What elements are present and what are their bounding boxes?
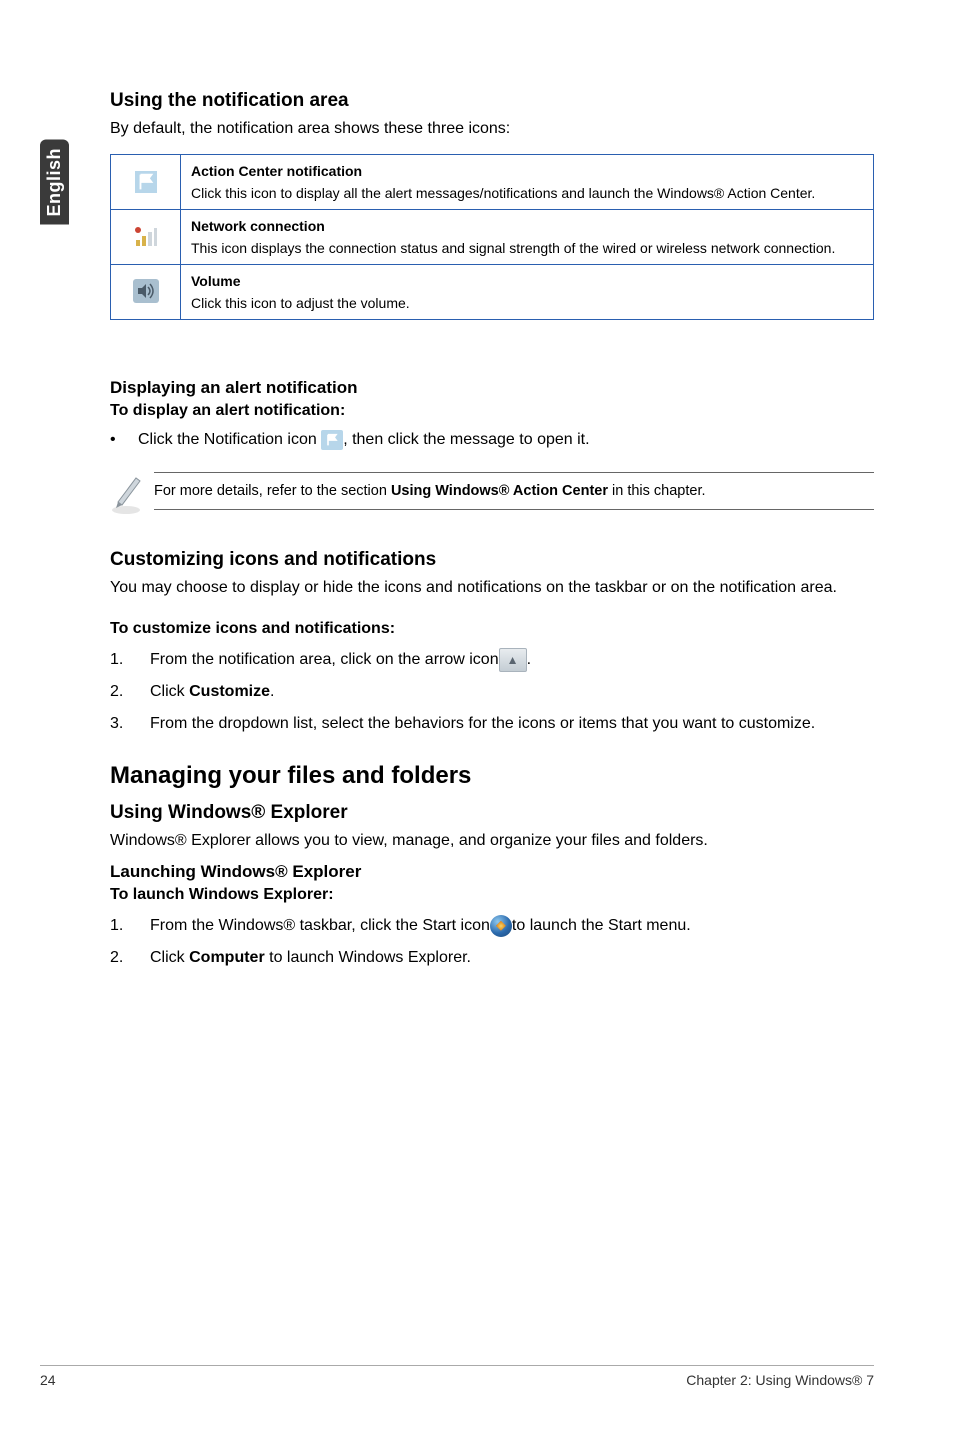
- volume-speaker-icon: [132, 277, 160, 305]
- note-text-pre: For more details, refer to the section: [154, 483, 391, 499]
- row-title: Volume: [191, 273, 863, 289]
- show-hidden-arrow-icon: ▲: [499, 648, 527, 672]
- bullet-item: • Click the Notification icon , then cli…: [110, 430, 874, 450]
- list-item: 2. Click Customize.: [110, 680, 874, 704]
- subsection-sub-launching: To launch Windows Explorer:: [110, 886, 874, 904]
- step-text-post: to launch Windows Explorer.: [265, 949, 471, 966]
- step-text-pre: Click: [150, 683, 189, 700]
- step-text-post: .: [527, 648, 531, 672]
- notification-icons-table: Action Center notification Click this ic…: [110, 154, 874, 320]
- pencil-note-icon: [110, 472, 154, 521]
- note-callout: For more details, refer to the section U…: [110, 472, 874, 521]
- subsection-heading-launching: Launching Windows® Explorer: [110, 862, 874, 882]
- section-intro-customize: You may choose to display or hide the ic…: [110, 577, 874, 599]
- page-number: 24: [40, 1372, 56, 1388]
- row-desc: This icon displays the connection status…: [191, 240, 863, 256]
- subsection-sub-alert: To display an alert notification:: [110, 402, 874, 420]
- action-center-flag-icon: [321, 430, 343, 450]
- step-text-pre: From the notification area, click on the…: [150, 648, 499, 672]
- list-item: 1. From the notification area, click on …: [110, 648, 874, 672]
- list-item: 1. From the Windows® taskbar, click the …: [110, 914, 874, 938]
- section-intro-explorer: Windows® Explorer allows you to view, ma…: [110, 830, 874, 852]
- step-text-bold: Computer: [189, 949, 265, 966]
- page-heading-managing: Managing your files and folders: [110, 762, 874, 790]
- row-title: Action Center notification: [191, 163, 863, 179]
- note-text-post: in this chapter.: [608, 483, 706, 499]
- step-text: From the dropdown list, select the behav…: [150, 712, 874, 736]
- bullet-text-post: , then click the message to open it.: [343, 431, 589, 448]
- row-desc: Click this icon to adjust the volume.: [191, 295, 863, 311]
- row-desc: Click this icon to display all the alert…: [191, 185, 863, 201]
- step-text-bold: Customize: [189, 683, 270, 700]
- step-text-post: to launch the Start menu.: [512, 914, 691, 938]
- start-orb-icon: [490, 915, 512, 937]
- note-text-bold: Using Windows® Action Center: [391, 483, 608, 499]
- section-heading-notification-area: Using the notification area: [110, 90, 874, 112]
- subsection-sub-customize: To customize icons and notifications:: [110, 620, 874, 638]
- page-footer: 24 Chapter 2: Using Windows® 7: [40, 1365, 874, 1388]
- step-text-pre: From the Windows® taskbar, click the Sta…: [150, 914, 490, 938]
- section-heading-customize: Customizing icons and notifications: [110, 549, 874, 571]
- step-text-pre: Click: [150, 949, 189, 966]
- section-intro-notification-area: By default, the notification area shows …: [110, 118, 874, 140]
- language-side-tab: English: [40, 140, 69, 225]
- list-item: 2. Click Computer to launch Windows Expl…: [110, 946, 874, 970]
- action-center-flag-icon: [132, 168, 160, 196]
- section-heading-explorer: Using Windows® Explorer: [110, 802, 874, 824]
- step-text-post: .: [270, 683, 274, 700]
- subsection-heading-alert: Displaying an alert notification: [110, 378, 874, 398]
- row-title: Network connection: [191, 218, 863, 234]
- bullet-text-pre: Click the Notification icon: [138, 431, 321, 448]
- chapter-label: Chapter 2: Using Windows® 7: [686, 1372, 874, 1388]
- list-item: 3. From the dropdown list, select the be…: [110, 712, 874, 736]
- network-signal-icon: [132, 223, 160, 251]
